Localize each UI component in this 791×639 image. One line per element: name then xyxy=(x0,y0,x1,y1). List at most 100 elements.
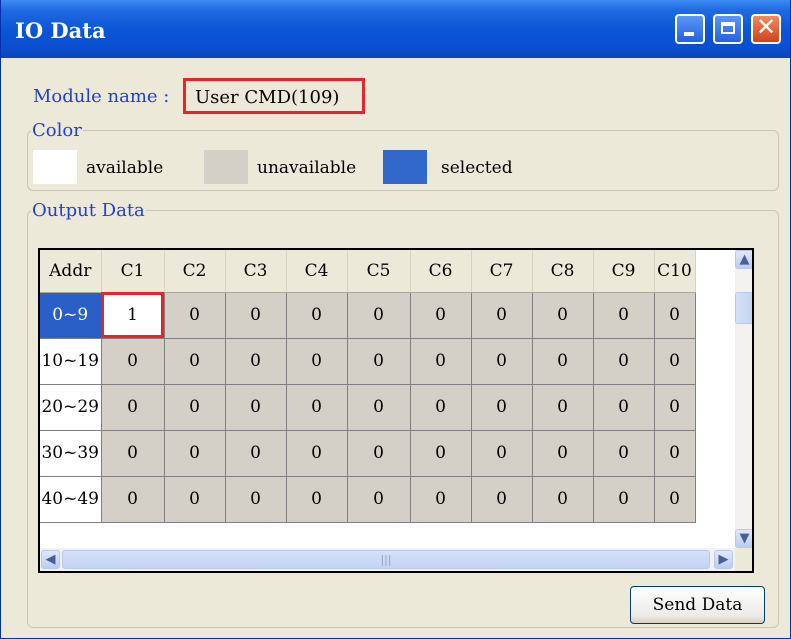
data-cell[interactable]: 0 xyxy=(347,338,411,385)
column-header-c7[interactable]: C7 xyxy=(471,250,533,293)
close-icon[interactable]: ✕ xyxy=(751,13,781,44)
vertical-scroll-thumb[interactable] xyxy=(735,292,752,324)
data-cell[interactable]: 0 xyxy=(593,384,655,431)
column-header-c9[interactable]: C9 xyxy=(593,250,655,293)
row-address-cell[interactable]: 20~29 xyxy=(40,384,102,431)
data-cell[interactable]: 0 xyxy=(347,430,411,477)
data-cell[interactable]: 0 xyxy=(593,476,655,523)
window-title: IO Data xyxy=(15,18,106,43)
table-row[interactable]: 0~9 1 0 0 0 0 0 0 0 0 0 xyxy=(40,292,696,339)
data-cell[interactable]: 0 xyxy=(347,384,411,431)
horizontal-scrollbar[interactable]: ◀ ||| ▶ xyxy=(40,548,735,571)
data-cell[interactable]: 0 xyxy=(410,338,472,385)
minimize-icon[interactable] xyxy=(675,14,705,44)
data-cell[interactable]: 0 xyxy=(471,476,533,523)
table-row[interactable]: 20~29 0 0 0 0 0 0 0 0 0 0 xyxy=(40,384,696,431)
data-cell[interactable]: 0 xyxy=(286,292,348,339)
row-address-cell[interactable]: 40~49 xyxy=(40,476,102,523)
maximize-icon[interactable] xyxy=(713,14,743,44)
send-data-button[interactable]: Send Data xyxy=(630,586,765,624)
data-cell[interactable]: 0 xyxy=(164,384,226,431)
data-cell[interactable]: 0 xyxy=(347,292,411,339)
data-cell[interactable]: 0 xyxy=(471,292,533,339)
column-header-c6[interactable]: C6 xyxy=(410,250,472,293)
data-cell[interactable]: 0 xyxy=(593,292,655,339)
column-header-c3[interactable]: C3 xyxy=(225,250,287,293)
column-header-addr[interactable]: Addr xyxy=(40,250,102,293)
vertical-scrollbar[interactable]: ▲ ▼ xyxy=(735,250,752,548)
color-group-legend: Color xyxy=(32,120,82,141)
header-row: Addr C1 C2 C3 C4 C5 C6 C7 C8 C9 C10 xyxy=(40,250,696,293)
table-row[interactable]: 40~49 0 0 0 0 0 0 0 0 0 0 xyxy=(40,476,696,523)
data-cell[interactable]: 0 xyxy=(225,430,287,477)
data-cell[interactable]: 0 xyxy=(101,338,165,385)
data-cell[interactable]: 0 xyxy=(164,338,226,385)
data-cell[interactable]: 0 xyxy=(225,292,287,339)
output-data-legend: Output Data xyxy=(32,200,145,221)
column-header-c8[interactable]: C8 xyxy=(532,250,594,293)
module-name-label: Module name : xyxy=(33,86,170,107)
data-cell[interactable]: 0 xyxy=(593,338,655,385)
column-header-c5[interactable]: C5 xyxy=(347,250,411,293)
data-cell[interactable]: 0 xyxy=(225,338,287,385)
selected-label: selected xyxy=(441,158,513,178)
data-cell[interactable]: 0 xyxy=(654,338,696,385)
data-cell[interactable]: 0 xyxy=(164,430,226,477)
horizontal-scroll-thumb[interactable]: ||| xyxy=(62,550,710,569)
scrollbar-corner xyxy=(735,548,752,571)
selected-swatch xyxy=(383,150,427,184)
row-address-cell[interactable]: 30~39 xyxy=(40,430,102,477)
available-swatch xyxy=(33,150,77,184)
module-name-value: User CMD(109) xyxy=(183,78,365,114)
scroll-left-icon[interactable]: ◀ xyxy=(41,550,60,569)
table-row[interactable]: 30~39 0 0 0 0 0 0 0 0 0 0 xyxy=(40,430,696,477)
unavailable-label: unavailable xyxy=(257,158,357,178)
data-cell[interactable]: 0 xyxy=(164,476,226,523)
data-cell[interactable]: 0 xyxy=(286,476,348,523)
data-cell[interactable]: 0 xyxy=(347,476,411,523)
scroll-up-icon[interactable]: ▲ xyxy=(735,250,752,269)
title-bar[interactable]: IO Data ✕ xyxy=(1,0,790,58)
data-cell[interactable]: 0 xyxy=(471,338,533,385)
data-cell[interactable]: 0 xyxy=(101,476,165,523)
data-cell[interactable]: 0 xyxy=(286,430,348,477)
data-cell[interactable]: 0 xyxy=(101,384,165,431)
data-cell[interactable]: 1 xyxy=(101,292,165,339)
table-row[interactable]: 10~19 0 0 0 0 0 0 0 0 0 0 xyxy=(40,338,696,385)
column-header-c10[interactable]: C10 xyxy=(654,250,696,293)
data-cell[interactable]: 0 xyxy=(410,292,472,339)
unavailable-swatch xyxy=(204,150,248,184)
data-cell[interactable]: 0 xyxy=(410,430,472,477)
data-cell[interactable]: 0 xyxy=(471,384,533,431)
column-header-c4[interactable]: C4 xyxy=(286,250,348,293)
data-cell[interactable]: 0 xyxy=(286,338,348,385)
output-data-grid[interactable]: Addr C1 C2 C3 C4 C5 C6 C7 C8 C9 C10 0~9 1 0 0 0 0 0 0 0 0 0 1… xyxy=(38,248,754,573)
row-address-cell[interactable]: 10~19 xyxy=(40,338,102,385)
data-cell[interactable]: 0 xyxy=(410,476,472,523)
data-cell[interactable]: 0 xyxy=(654,430,696,477)
row-address-cell[interactable]: 0~9 xyxy=(40,292,102,339)
data-cell[interactable]: 0 xyxy=(593,430,655,477)
io-data-window: IO Data ✕ Module name : User CMD(109) Co… xyxy=(0,0,791,639)
data-cell[interactable]: 0 xyxy=(532,384,594,431)
data-cell[interactable]: 0 xyxy=(654,476,696,523)
data-cell[interactable]: 0 xyxy=(532,292,594,339)
column-header-c1[interactable]: C1 xyxy=(101,250,165,293)
scroll-right-icon[interactable]: ▶ xyxy=(714,550,733,569)
data-cell[interactable]: 0 xyxy=(225,476,287,523)
data-cell[interactable]: 0 xyxy=(101,430,165,477)
data-cell[interactable]: 0 xyxy=(286,384,348,431)
data-cell[interactable]: 0 xyxy=(471,430,533,477)
data-cell[interactable]: 0 xyxy=(532,430,594,477)
data-cell[interactable]: 0 xyxy=(410,384,472,431)
column-header-c2[interactable]: C2 xyxy=(164,250,226,293)
data-cell[interactable]: 0 xyxy=(654,384,696,431)
data-cell[interactable]: 0 xyxy=(532,338,594,385)
data-table: Addr C1 C2 C3 C4 C5 C6 C7 C8 C9 C10 0~9 1 0 0 0 0 0 0 0 0 0 1… xyxy=(40,250,696,523)
data-cell[interactable]: 0 xyxy=(225,384,287,431)
data-cell[interactable]: 0 xyxy=(532,476,594,523)
data-cell[interactable]: 0 xyxy=(164,292,226,339)
data-cell[interactable]: 0 xyxy=(654,292,696,339)
scroll-down-icon[interactable]: ▼ xyxy=(735,529,752,548)
available-label: available xyxy=(86,158,164,178)
